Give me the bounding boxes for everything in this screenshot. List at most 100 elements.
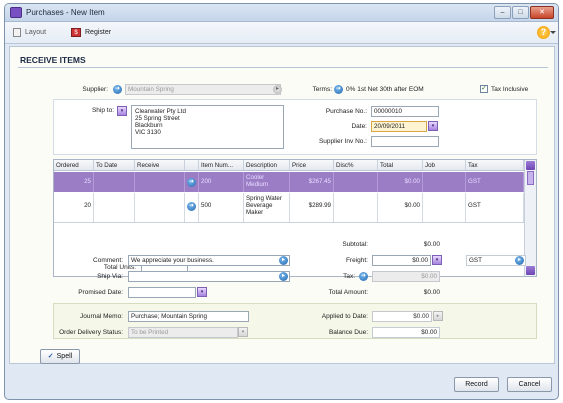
calendar-icon[interactable]: ▾ [428, 121, 438, 131]
order-delivery-field[interactable]: To be Printed [128, 327, 238, 338]
disc-cell[interactable] [334, 172, 378, 192]
job-cell[interactable] [423, 172, 466, 192]
ship-to-dropdown[interactable]: ▾ [117, 106, 127, 116]
col-header[interactable]: Item Num... [199, 160, 244, 170]
supplier-detail-icon[interactable]: ➜ [113, 85, 122, 94]
col-header[interactable]: Disc% [334, 160, 378, 170]
supplier-field[interactable]: Mountain Spring [125, 84, 281, 95]
col-header[interactable]: To Date [94, 160, 135, 170]
ordered-cell[interactable]: 25 [54, 172, 94, 192]
ship-via-label: Ship Via: [97, 273, 123, 280]
scroll-down-icon[interactable] [526, 266, 535, 275]
cancel-button[interactable]: Cancel [507, 377, 552, 392]
applied-field: $0.00 [372, 311, 432, 322]
col-header[interactable]: Description [244, 160, 290, 170]
chevron-down-icon[interactable] [550, 31, 556, 34]
freight-field[interactable]: $0.00 [372, 255, 431, 266]
col-header[interactable]: Ordered [54, 160, 94, 170]
toolbar: Layout $ Register ? [5, 22, 558, 44]
total-cell[interactable]: $0.00 [378, 172, 423, 192]
ship-via-field[interactable] [128, 271, 290, 282]
to-date-cell[interactable] [94, 172, 135, 192]
to-date-cell[interactable] [94, 193, 135, 222]
item-detail-icon[interactable]: ➜ [187, 202, 196, 211]
purchase-no-field[interactable]: 00000010 [371, 106, 439, 117]
journal-memo-label: Journal Memo: [80, 313, 123, 320]
col-header[interactable]: Job [423, 160, 466, 170]
register-icon: $ [71, 28, 81, 37]
subtotal-value: $0.00 [423, 241, 440, 248]
help-icon[interactable]: ? [537, 26, 550, 39]
receive-cell[interactable] [135, 172, 185, 192]
freight-dropdown[interactable]: ▾ [432, 255, 442, 265]
comment-field[interactable]: We appreciate your business. [128, 255, 290, 266]
col-header[interactable]: Receive [135, 160, 185, 170]
col-header[interactable]: Total [378, 160, 423, 170]
supplier-label: Supplier: [82, 86, 108, 93]
scroll-up-icon[interactable] [526, 161, 535, 170]
comment-label: Comment: [93, 257, 123, 264]
tax-inclusive-checkbox[interactable]: ✓ [480, 85, 488, 93]
supplier-inv-field[interactable] [371, 136, 439, 147]
table-row[interactable]: 25 ➜ 200 Cooler Medium $267.45 $0.00 GST [54, 172, 524, 192]
promised-date-field[interactable] [128, 287, 196, 298]
price-cell[interactable]: $267.45 [290, 172, 334, 192]
tax-cell[interactable]: GST [466, 193, 524, 222]
close-button[interactable]: ✕ [530, 6, 554, 19]
ship-to-address[interactable]: Clearwater Pty Ltd 25 Spring Street Blac… [131, 105, 284, 149]
journal-memo-field[interactable]: Purchase; Mountain Spring [128, 311, 249, 322]
comment-lookup-icon[interactable]: ▸ [279, 256, 288, 265]
ordered-cell[interactable]: 20 [54, 193, 94, 222]
minimize-button[interactable]: – [494, 6, 511, 19]
row-arrow-cell[interactable]: ➜ [185, 193, 199, 222]
col-header [185, 160, 199, 170]
balance-due-label: Balance Due: [328, 329, 368, 336]
layout-button[interactable]: Layout [13, 28, 46, 37]
item-detail-icon[interactable]: ➜ [187, 178, 196, 187]
purchase-no-label: Purchase No.: [325, 108, 367, 115]
terms-detail-icon[interactable]: ➜ [334, 85, 343, 94]
calendar-icon[interactable]: ▾ [197, 287, 207, 297]
terms-label: Terms: [312, 86, 333, 93]
total-amount-label: Total Amount: [328, 289, 368, 296]
record-button[interactable]: Record [454, 377, 499, 392]
job-cell[interactable] [423, 193, 466, 222]
balance-due-field: $0.00 [372, 327, 440, 338]
register-button[interactable]: $ Register [71, 28, 111, 37]
form-area: RECEIVE ITEMS Supplier: ➜ Mountain Sprin… [9, 46, 555, 364]
description-cell[interactable]: Spring Water Beverage Maker [244, 193, 290, 222]
date-label: Date: [351, 123, 367, 130]
maximize-button[interactable]: □ [512, 6, 529, 19]
supplier-lookup-icon[interactable]: ▸ [273, 85, 282, 94]
total-cell[interactable]: $0.00 [378, 193, 423, 222]
tax-detail-icon[interactable]: ➜ [359, 272, 368, 281]
scroll-thumb[interactable] [527, 171, 534, 185]
terms-value: 0% 1st Net 30th after EOM [346, 86, 424, 93]
description-cell[interactable]: Cooler Medium [244, 172, 290, 192]
row-arrow-cell[interactable]: ➜ [185, 172, 199, 192]
table-row[interactable]: 20 ➜ 500 Spring Water Beverage Maker $28… [54, 193, 524, 222]
ship-to-line: Blackburn [135, 122, 163, 129]
supplier-inv-label: Supplier Inv No.: [318, 138, 367, 145]
spell-label: Spell [56, 353, 73, 360]
tax-code-lookup-icon[interactable]: ▸ [515, 256, 524, 265]
tax-cell[interactable]: GST [466, 172, 524, 192]
order-delivery-dropdown[interactable]: ▾ [238, 327, 248, 337]
tax-label: Tax: [343, 273, 355, 280]
window-controls: – □ ✕ [493, 6, 554, 19]
disc-cell[interactable] [334, 193, 378, 222]
layout-label: Layout [25, 29, 47, 36]
grid-divider [54, 222, 524, 223]
spell-button[interactable]: ✓ Spell [40, 349, 80, 364]
col-header[interactable]: Tax [466, 160, 524, 170]
item-cell[interactable]: 500 [199, 193, 244, 222]
window-title: Purchases - New Item [26, 8, 105, 17]
receive-cell[interactable] [135, 193, 185, 222]
price-cell[interactable]: $289.99 [290, 193, 334, 222]
item-cell[interactable]: 200 [199, 172, 244, 192]
grid-header: Ordered To Date Receive Item Num... Desc… [54, 160, 536, 171]
col-header[interactable]: Price [290, 160, 334, 170]
ship-via-lookup-icon[interactable]: ▸ [279, 272, 288, 281]
date-field[interactable]: 20/09/2011 [371, 121, 427, 132]
applied-dropdown[interactable]: ▸ [433, 311, 443, 321]
